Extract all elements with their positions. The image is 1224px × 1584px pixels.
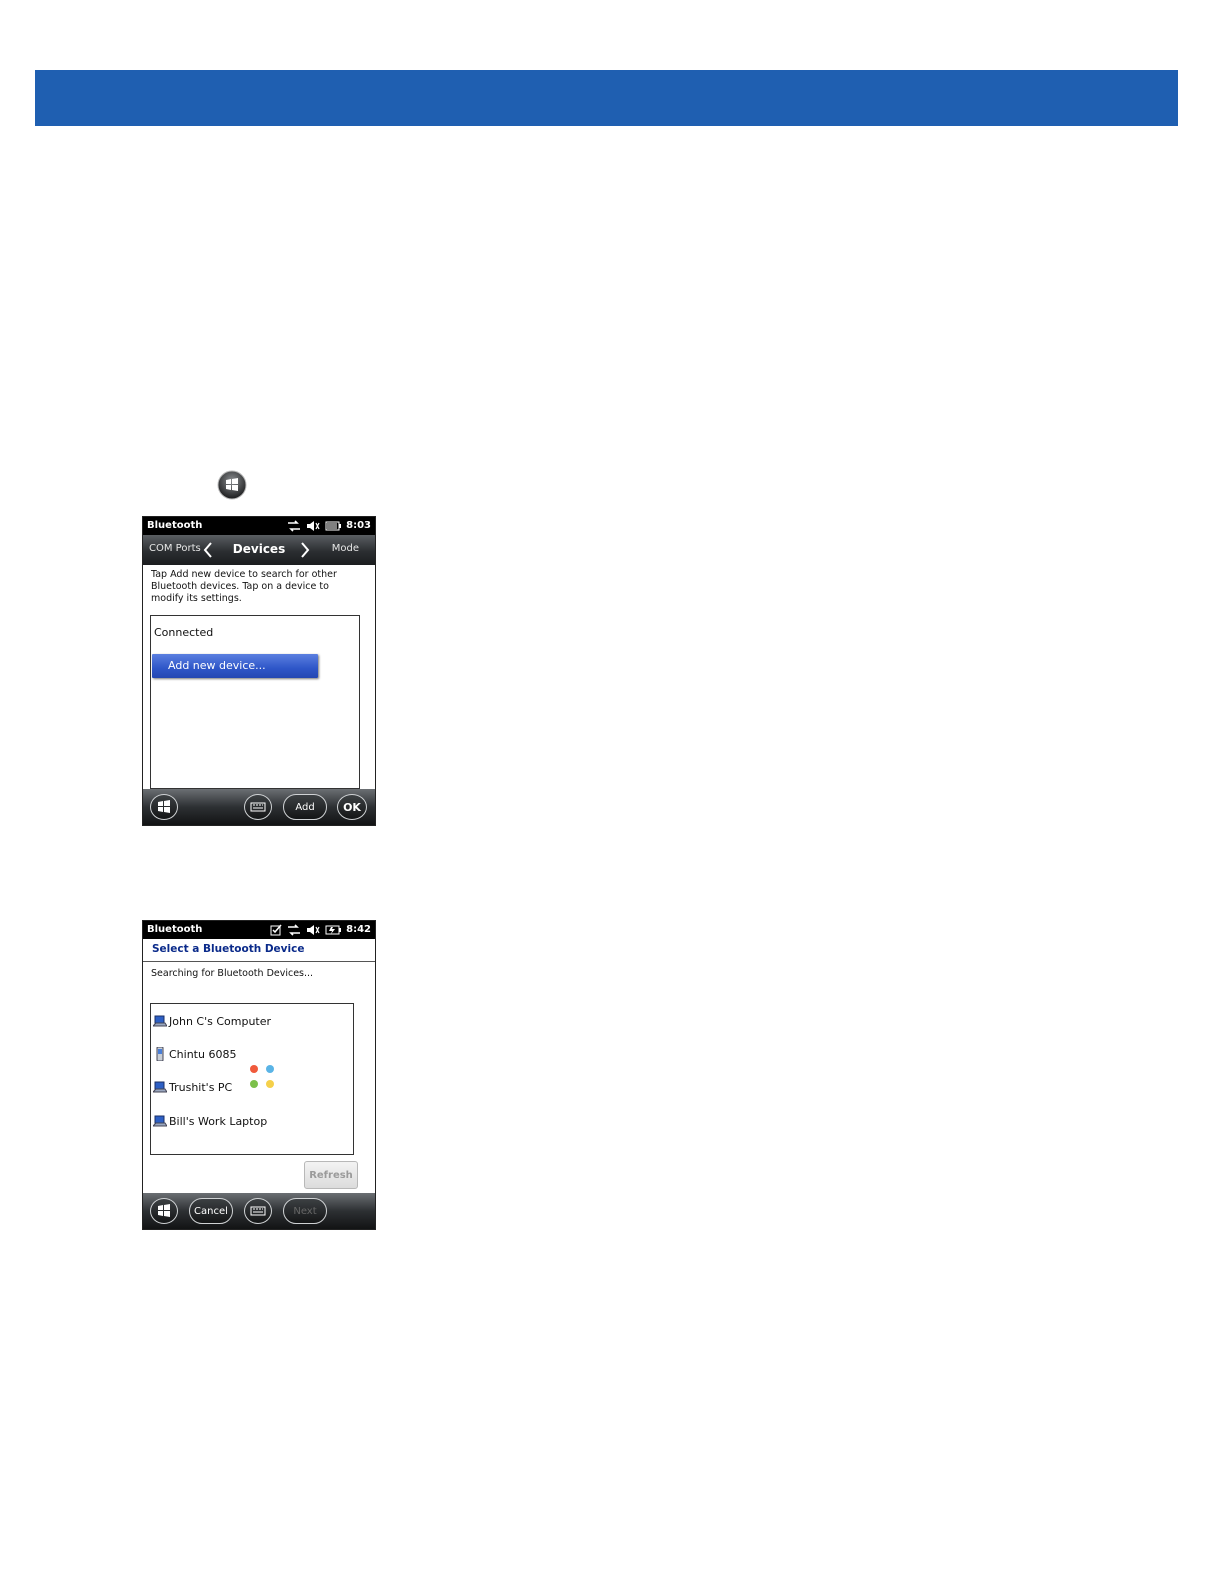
refresh-button[interactable]: Refresh bbox=[304, 1161, 358, 1189]
busy-spinner-icon bbox=[250, 1065, 274, 1088]
bottom-menu-bar: Cancel Next bbox=[143, 1193, 375, 1229]
windows-start-icon bbox=[217, 470, 247, 500]
device-name: Trushit's PC bbox=[169, 1080, 233, 1094]
searching-status: Searching for Bluetooth Devices... bbox=[151, 968, 314, 979]
chevron-right-icon[interactable] bbox=[300, 541, 310, 559]
computer-icon bbox=[153, 1115, 167, 1127]
windows-start-icon bbox=[158, 800, 170, 813]
volume-muted-icon[interactable] bbox=[306, 520, 320, 532]
sync-icon[interactable] bbox=[287, 924, 301, 936]
next-button[interactable]: Next bbox=[283, 1198, 327, 1224]
device-item[interactable]: John C's Computer bbox=[153, 1014, 271, 1028]
keyboard-icon bbox=[250, 1206, 266, 1216]
keyboard-button[interactable] bbox=[244, 1198, 272, 1224]
device-list: John C's Computer Chintu 6085 Trushit's … bbox=[150, 1003, 354, 1155]
computer-icon bbox=[153, 1081, 167, 1093]
page-title-bar: Select a Bluetooth Device bbox=[143, 939, 375, 962]
device-item[interactable]: Trushit's PC bbox=[153, 1080, 232, 1094]
connected-label: Connected bbox=[154, 626, 214, 639]
device-item[interactable]: Bill's Work Laptop bbox=[153, 1114, 267, 1128]
clock[interactable]: 8:42 bbox=[346, 921, 371, 939]
clock[interactable]: 8:03 bbox=[346, 517, 371, 535]
tab-navigation: COM Ports Devices Mode bbox=[143, 535, 375, 565]
windows-start-icon bbox=[158, 1204, 170, 1217]
computer-icon bbox=[153, 1015, 167, 1027]
ok-button[interactable]: OK bbox=[337, 794, 367, 820]
battery-charging-icon[interactable] bbox=[325, 925, 342, 935]
app-title: Bluetooth bbox=[147, 520, 203, 531]
add-button[interactable]: Add bbox=[283, 794, 327, 820]
device-item[interactable]: Chintu 6085 bbox=[153, 1047, 236, 1061]
app-title: Bluetooth bbox=[147, 924, 203, 935]
page-title: Select a Bluetooth Device bbox=[152, 943, 305, 955]
cancel-button[interactable]: Cancel bbox=[189, 1198, 233, 1224]
phone-icon bbox=[156, 1047, 164, 1061]
bluetooth-devices-screen: Bluetooth 8:03 COM Ports Devices Mode Ta… bbox=[142, 516, 376, 826]
bottom-menu-bar: Add OK bbox=[143, 789, 375, 825]
sync-icon[interactable] bbox=[287, 520, 301, 532]
checkbox-notification-icon[interactable] bbox=[270, 924, 282, 936]
volume-muted-icon[interactable] bbox=[306, 924, 320, 936]
start-button[interactable] bbox=[150, 794, 178, 820]
battery-icon[interactable] bbox=[325, 521, 342, 531]
select-bluetooth-device-screen: Bluetooth 8:42 Select a Bluetooth Device… bbox=[142, 920, 376, 1230]
status-bar: Bluetooth 8:42 bbox=[143, 921, 375, 939]
keyboard-icon bbox=[250, 802, 266, 812]
header-banner bbox=[35, 70, 1178, 126]
device-name: Bill's Work Laptop bbox=[169, 1114, 268, 1128]
tab-mode[interactable]: Mode bbox=[332, 543, 359, 554]
keyboard-button[interactable] bbox=[244, 794, 272, 820]
add-new-device-item[interactable]: Add new device... bbox=[152, 654, 318, 678]
instructions-text: Tap Add new device to search for other B… bbox=[151, 569, 337, 604]
device-name: Chintu 6085 bbox=[169, 1047, 237, 1061]
device-name: John C's Computer bbox=[169, 1014, 272, 1028]
start-button[interactable] bbox=[150, 1198, 178, 1224]
status-bar: Bluetooth 8:03 bbox=[143, 517, 375, 535]
device-list: Connected Add new device... bbox=[150, 615, 360, 789]
